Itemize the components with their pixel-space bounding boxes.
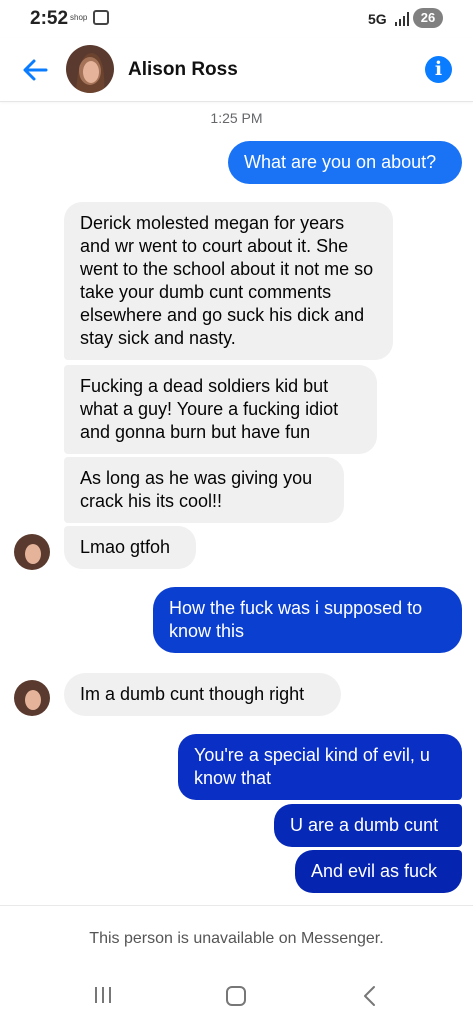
carrier-label: shop [70, 13, 88, 22]
chevron-left-icon [364, 986, 375, 1006]
info-button[interactable]: i [425, 56, 452, 83]
info-icon: i [434, 58, 443, 80]
message-bubble-incoming[interactable]: Fucking a dead soldiers kid but what a g… [64, 365, 377, 454]
message-bubble-outgoing[interactable]: What are you on about? [228, 141, 462, 184]
network-label: 5G [368, 11, 387, 27]
clock: 2:52 [30, 8, 69, 29]
system-nav-bar [0, 970, 473, 1025]
message-timestamp: 1:25 PM [210, 110, 263, 126]
contact-avatar[interactable] [66, 45, 114, 93]
message-bubble-incoming[interactable]: Derick molested megan for years and wr w… [64, 202, 393, 360]
message-bubble-outgoing[interactable]: And evil as fuck [295, 850, 462, 893]
back-arrow-icon [23, 59, 48, 81]
contact-name[interactable]: Alison Ross [128, 59, 238, 81]
home-button[interactable] [226, 986, 246, 1006]
message-bubble-outgoing[interactable]: You're a special kind of evil, u know th… [178, 734, 462, 800]
contact-avatar-small [14, 534, 50, 570]
battery-indicator: 26 [413, 8, 443, 28]
message-bubble-outgoing[interactable]: How the fuck was i supposed to know this [153, 587, 462, 653]
message-bubble-incoming[interactable]: Lmao gtfoh [64, 526, 196, 569]
message-bubble-outgoing[interactable]: U are a dumb cunt [274, 804, 462, 847]
unavailable-notice: This person is unavailable on Messenger. [0, 905, 473, 970]
conversation-header: Alison Ross i [0, 38, 473, 102]
system-back-button[interactable] [360, 984, 380, 1008]
message-bubble-incoming[interactable]: As long as he was giving you crack his i… [64, 457, 344, 523]
back-button[interactable] [18, 52, 54, 88]
screenshot-icon [93, 10, 109, 25]
contact-avatar-small [14, 680, 50, 716]
signal-icon [395, 12, 409, 26]
message-bubble-incoming[interactable]: Im a dumb cunt though right [64, 673, 341, 716]
status-bar: 2:52 shop 5G 26 [0, 0, 473, 38]
recents-button[interactable] [93, 985, 113, 1005]
